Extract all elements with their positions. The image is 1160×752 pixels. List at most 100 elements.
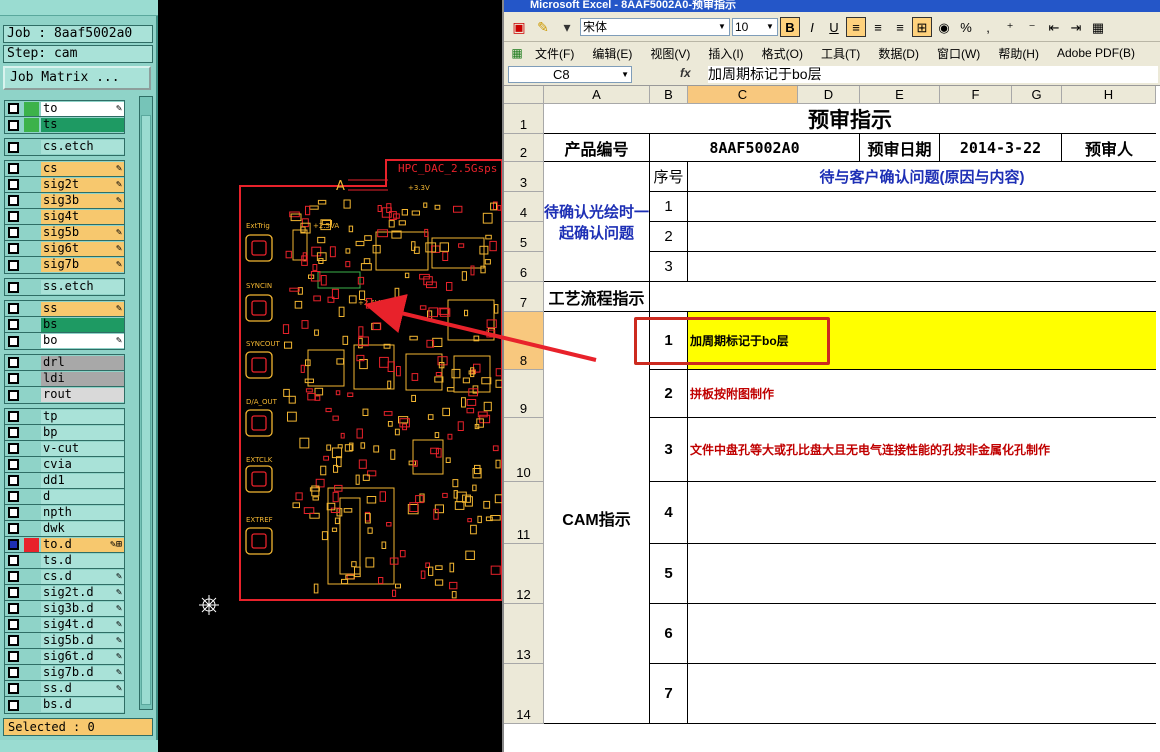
layer-row[interactable]: d xyxy=(5,489,124,505)
layer-checkbox[interactable] xyxy=(8,389,19,401)
layer-row[interactable]: sig3b ✎ xyxy=(5,193,124,209)
layer-color-swatch[interactable] xyxy=(24,522,39,536)
layer-checkbox[interactable] xyxy=(8,243,19,254)
question-header[interactable]: 待与客户确认问题(原因与内容) xyxy=(688,162,1156,192)
row-header-6[interactable]: 6 xyxy=(504,252,544,282)
job-matrix-button[interactable]: Job Matrix ... xyxy=(3,66,151,90)
layer-checkbox[interactable] xyxy=(8,411,19,422)
column-header-a[interactable]: A xyxy=(544,86,650,104)
layer-row[interactable]: sig7b ✎ xyxy=(5,257,124,273)
layer-row[interactable]: rout xyxy=(5,387,124,403)
layer-name[interactable]: ss.d ✎ xyxy=(41,681,124,696)
row-header-14[interactable]: 14 xyxy=(504,664,544,724)
layer-checkbox[interactable] xyxy=(8,491,19,502)
layer-name[interactable]: npth xyxy=(41,505,124,520)
layer-checkbox[interactable] xyxy=(8,179,19,190)
row-header-10[interactable]: 10 xyxy=(504,418,544,482)
layer-color-swatch[interactable] xyxy=(24,506,39,520)
layer-checkbox[interactable] xyxy=(8,357,19,368)
layer-name[interactable]: to ✎ xyxy=(41,101,124,116)
layer-name[interactable]: sig3b ✎ xyxy=(41,193,124,208)
layer-name[interactable]: sig6t ✎ xyxy=(41,241,124,256)
layer-name[interactable]: drl xyxy=(41,355,124,370)
formula-input[interactable]: 加周期标记于bo层 xyxy=(708,66,1158,83)
menu-format[interactable]: 格式(O) xyxy=(753,45,812,62)
cam-seq-cell[interactable]: 7 xyxy=(650,664,688,724)
layer-name[interactable]: to.d ✎⊞ xyxy=(41,537,124,552)
layer-row[interactable]: sig7b.d ✎ xyxy=(5,665,124,681)
layer-color-swatch[interactable] xyxy=(24,474,39,488)
layer-color-swatch[interactable] xyxy=(24,634,39,648)
layer-color-swatch[interactable] xyxy=(24,388,39,402)
layer-name[interactable]: bs.d xyxy=(41,698,124,712)
layer-name[interactable]: dwk xyxy=(41,521,124,536)
decrease-decimal-icon[interactable]: ⁻ xyxy=(1022,17,1042,37)
row-header-1[interactable]: 1 xyxy=(504,104,544,134)
scrollbar-thumb[interactable] xyxy=(141,115,151,705)
layer-row[interactable]: sig4t.d ✎ xyxy=(5,617,124,633)
layer-color-swatch[interactable] xyxy=(24,178,39,192)
layer-checkbox[interactable] xyxy=(8,651,19,662)
layer-name[interactable]: rout xyxy=(41,388,124,402)
column-header-c[interactable]: C xyxy=(688,86,798,104)
layer-checkbox[interactable] xyxy=(8,141,19,153)
layer-color-swatch[interactable] xyxy=(24,258,39,272)
layer-color-swatch[interactable] xyxy=(24,194,39,208)
layer-name[interactable]: sig4t.d ✎ xyxy=(41,617,124,632)
layer-color-swatch[interactable] xyxy=(24,426,39,440)
layer-checkbox[interactable] xyxy=(8,373,19,384)
cam-seq-cell[interactable]: 3 xyxy=(650,418,688,482)
underline-button[interactable]: U xyxy=(824,17,844,37)
layer-name[interactable]: sig6t.d ✎ xyxy=(41,649,124,664)
layer-name[interactable]: sig7b ✎ xyxy=(41,258,124,272)
layer-color-swatch[interactable] xyxy=(24,162,39,176)
layer-row[interactable]: bo ✎ xyxy=(5,333,124,349)
worksheet-grid[interactable]: A B C D E F G H 1 2 3 4 5 6 7 8 9 10 11 12 13 14 预审指示 产品编号 8AAF5… xyxy=(504,86,1160,752)
row-header-4[interactable]: 4 xyxy=(504,192,544,222)
pending-issues-label[interactable]: 待确认光绘时一起确认问题 xyxy=(544,162,650,282)
layer-color-swatch[interactable] xyxy=(24,118,39,132)
cam-item-cell[interactable] xyxy=(688,482,1156,544)
align-right-icon[interactable]: ≡ xyxy=(890,17,910,37)
cam-item-cell[interactable]: 拼板按附图制作 xyxy=(688,370,1156,418)
column-header-d[interactable]: D xyxy=(798,86,860,104)
layer-color-swatch[interactable] xyxy=(24,210,39,224)
layer-row[interactable]: drl xyxy=(5,355,124,371)
align-center-icon[interactable]: ≡ xyxy=(868,17,888,37)
layer-name[interactable]: ss.etch xyxy=(41,280,124,294)
row-header-12[interactable]: 12 xyxy=(504,544,544,604)
pending-seq-cell[interactable]: 3 xyxy=(650,252,688,282)
column-header-b[interactable]: B xyxy=(650,86,688,104)
layer-row[interactable]: v-cut xyxy=(5,441,124,457)
layer-color-swatch[interactable] xyxy=(24,334,39,348)
cam-seq-cell[interactable]: 2 xyxy=(650,370,688,418)
layer-name[interactable]: sig5b.d ✎ xyxy=(41,633,124,648)
column-header-h[interactable]: H xyxy=(1062,86,1156,104)
menu-data[interactable]: 数据(D) xyxy=(869,45,928,62)
borders-icon[interactable]: ▦ xyxy=(1088,17,1108,37)
layer-name[interactable]: ldi xyxy=(41,371,124,386)
layer-row[interactable]: sig6t ✎ xyxy=(5,241,124,257)
layer-name[interactable]: sig5b ✎ xyxy=(41,225,124,240)
align-left-icon[interactable]: ≡ xyxy=(846,16,866,37)
layer-color-swatch[interactable] xyxy=(24,280,39,294)
layer-row[interactable]: npth xyxy=(5,505,124,521)
layer-name[interactable]: sig7b.d ✎ xyxy=(41,665,124,680)
review-date-value[interactable]: 2014-3-22 xyxy=(940,134,1062,162)
italic-button[interactable]: I xyxy=(802,17,822,37)
layer-color-swatch[interactable] xyxy=(24,318,39,332)
layer-list-scrollbar[interactable] xyxy=(139,96,153,710)
column-header-g[interactable]: G xyxy=(1012,86,1062,104)
menu-view[interactable]: 视图(V) xyxy=(641,45,699,62)
layer-name[interactable]: sig3b.d ✎ xyxy=(41,601,124,616)
layer-checkbox[interactable] xyxy=(8,539,19,550)
excel-app-icon[interactable]: ▦ xyxy=(508,42,526,64)
layer-row[interactable]: cs.etch xyxy=(5,139,124,155)
layer-name[interactable]: sig2t ✎ xyxy=(41,177,124,192)
layer-color-swatch[interactable] xyxy=(24,650,39,664)
layer-row[interactable]: tp xyxy=(5,409,124,425)
layer-checkbox[interactable] xyxy=(8,103,19,114)
layer-checkbox[interactable] xyxy=(8,699,19,711)
layer-name[interactable]: sig4t xyxy=(41,209,124,224)
row-header-3[interactable]: 3 xyxy=(504,162,544,192)
